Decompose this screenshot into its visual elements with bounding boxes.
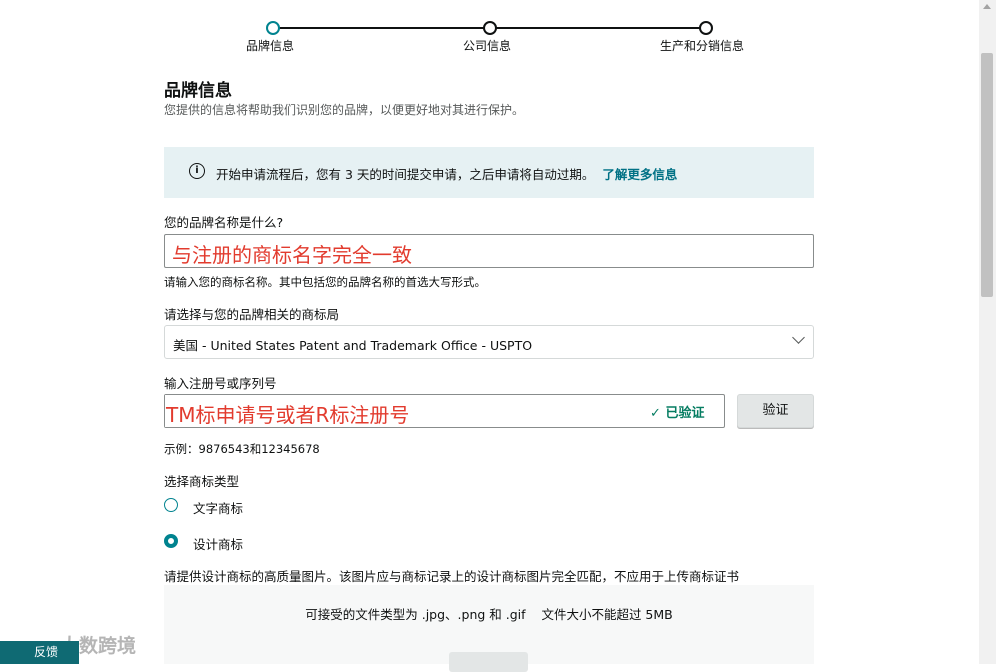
learn-more-link[interactable]: 了解更多信息 bbox=[602, 167, 677, 182]
chevron-down-icon bbox=[792, 331, 805, 344]
verified-status: ✓ 已验证 bbox=[650, 402, 704, 421]
info-icon: i bbox=[189, 163, 205, 179]
step-connector bbox=[277, 27, 484, 29]
radio-word-mark[interactable] bbox=[164, 498, 178, 512]
registration-label: 输入注册号或序列号 bbox=[164, 376, 277, 391]
upload-accepted-types: 可接受的文件类型为 .jpg、.png 和 .gif 文件大小不能超过 5MB bbox=[305, 607, 673, 622]
scroll-up-arrow-icon[interactable] bbox=[983, 4, 991, 9]
upload-dropzone[interactable]: 可接受的文件类型为 .jpg、.png 和 .gif 文件大小不能超过 5MB bbox=[164, 585, 814, 672]
radio-design-mark[interactable] bbox=[164, 534, 178, 548]
step-label-company: 公司信息 bbox=[463, 39, 512, 53]
trademark-office-label: 请选择与您的品牌相关的商标局 bbox=[164, 307, 340, 322]
upload-instruction: 请提供设计商标的高质量图片。该图片应与商标记录上的设计商标图片完全匹配，不应用于… bbox=[164, 569, 740, 584]
registration-value: TM标申请号或者R标注册号 bbox=[166, 403, 410, 427]
brand-name-label: 您的品牌名称是什么? bbox=[164, 215, 284, 230]
feedback-button[interactable]: 反馈 bbox=[0, 641, 79, 664]
brand-name-hint: 请输入您的商标名称。其中包括您的品牌名称的首选大写形式。 bbox=[164, 275, 486, 289]
upload-button[interactable] bbox=[449, 652, 528, 672]
verified-label: 已验证 bbox=[665, 406, 705, 421]
banner-text: 开始申请流程后，您有 3 天的时间提交申请，之后申请将自动过期。 bbox=[216, 167, 595, 182]
step-dot-company bbox=[483, 21, 497, 35]
step-connector bbox=[494, 27, 700, 29]
verify-button[interactable]: 验证 bbox=[737, 394, 814, 428]
step-dot-distribution bbox=[699, 21, 713, 35]
radio-word-mark-label[interactable]: 文字商标 bbox=[193, 498, 243, 517]
page-subtitle: 您提供的信息将帮助我们识别您的品牌，以便更好地对其进行保护。 bbox=[164, 103, 525, 117]
brand-name-input[interactable]: 与注册的商标名字完全一致 bbox=[164, 234, 814, 268]
info-banner: i 开始申请流程后，您有 3 天的时间提交申请，之后申请将自动过期。 了解更多信息 bbox=[164, 147, 814, 198]
page-title: 品牌信息 bbox=[164, 81, 232, 101]
check-icon: ✓ bbox=[650, 406, 661, 421]
step-label-distribution: 生产和分销信息 bbox=[660, 39, 745, 53]
brand-name-value: 与注册的商标名字完全一致 bbox=[172, 243, 412, 267]
trademark-office-select[interactable]: 美国 - United States Patent and Trademark … bbox=[164, 325, 814, 359]
step-dot-brand bbox=[266, 21, 280, 35]
scrollbar-thumb[interactable] bbox=[981, 53, 993, 297]
mark-type-label: 选择商标类型 bbox=[164, 474, 240, 489]
registration-example: 示例：9876543和12345678 bbox=[164, 442, 320, 456]
registration-input[interactable]: TM标申请号或者R标注册号 bbox=[164, 394, 725, 428]
trademark-office-value: 美国 - United States Patent and Trademark … bbox=[173, 338, 533, 353]
step-label-brand: 品牌信息 bbox=[246, 39, 295, 53]
radio-design-mark-label[interactable]: 设计商标 bbox=[193, 534, 243, 553]
